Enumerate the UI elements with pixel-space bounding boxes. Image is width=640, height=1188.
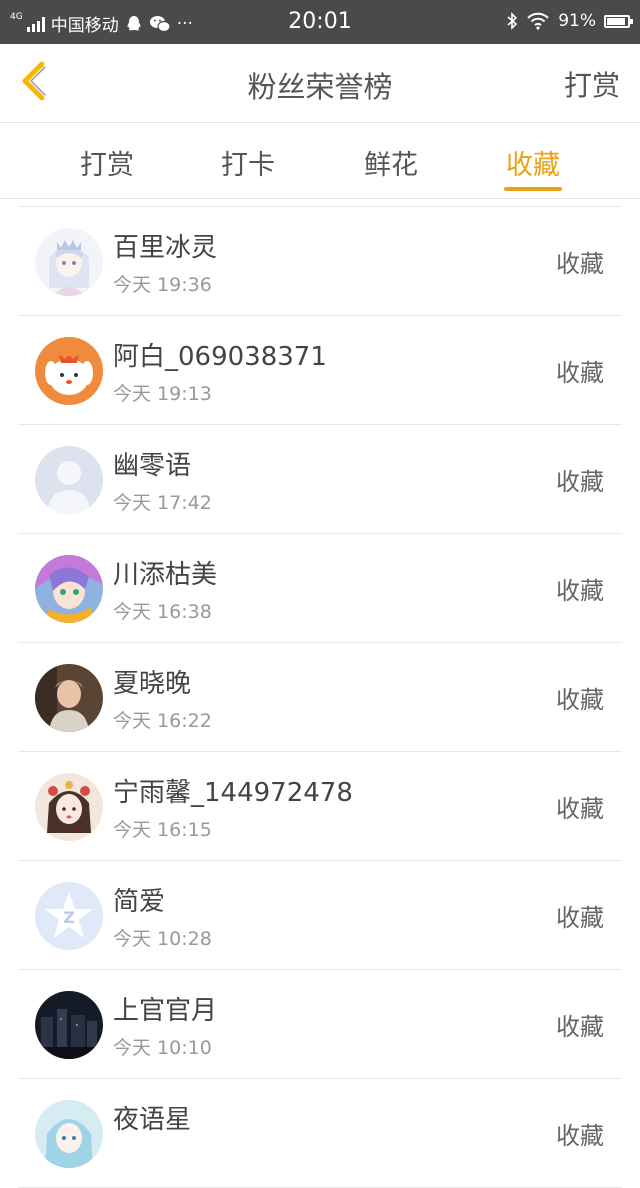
- avatar: [35, 773, 103, 841]
- reward-button[interactable]: 打赏: [564, 64, 620, 104]
- avatar: [35, 337, 103, 405]
- action-type: 收藏: [556, 577, 604, 605]
- list-item[interactable]: 上官官月 今天 10:10 收藏: [18, 970, 622, 1079]
- action-type: 收藏: [556, 1122, 604, 1150]
- avatar: [35, 991, 103, 1059]
- list-item[interactable]: 川添枯美 今天 16:38 收藏: [18, 534, 622, 643]
- timestamp: 今天 19:36: [113, 274, 212, 296]
- timestamp: 今天 10:10: [113, 1037, 212, 1059]
- wifi-icon: [527, 12, 549, 30]
- list-item[interactable]: 阿白_069038371 今天 19:13 收藏: [18, 316, 622, 425]
- svg-text:Z: Z: [63, 908, 75, 927]
- battery-percent: 91%: [558, 11, 596, 31]
- avatar: [35, 664, 103, 732]
- page-title: 粉丝荣誉榜: [247, 70, 393, 104]
- user-name: 阿白_069038371: [113, 342, 327, 372]
- action-type: 收藏: [556, 468, 604, 496]
- avatar: [35, 446, 103, 514]
- avatar: [35, 228, 103, 296]
- battery-icon: [604, 14, 633, 28]
- user-name: 夜语星: [113, 1105, 192, 1135]
- list-item[interactable]: 宁雨馨_144972478 今天 16:15 收藏: [18, 752, 622, 861]
- user-name: 宁雨馨_144972478: [113, 778, 353, 808]
- action-type: 收藏: [556, 686, 604, 714]
- timestamp: 今天 16:38: [113, 601, 212, 623]
- avatar: [35, 1100, 103, 1168]
- user-name: 夏晓晚: [113, 669, 192, 699]
- user-name: 幽零语: [113, 451, 192, 481]
- user-name: 简爱: [113, 887, 166, 917]
- timestamp: 今天 10:28: [113, 928, 212, 950]
- list-item[interactable]: Z 简爱 今天 10:28 收藏: [18, 861, 622, 970]
- timestamp: 今天 16:22: [113, 710, 212, 732]
- timestamp: 今天 17:42: [113, 492, 212, 514]
- active-tab-indicator: [504, 187, 562, 191]
- timestamp: 今天 19:13: [113, 383, 212, 405]
- tab-favorites[interactable]: 收藏: [473, 143, 593, 182]
- list-item[interactable]: 夜语星 收藏: [18, 1079, 622, 1188]
- action-type: 收藏: [556, 1013, 604, 1041]
- list-item[interactable]: 幽零语 今天 17:42 收藏: [18, 425, 622, 534]
- user-name: 百里冰灵: [113, 233, 218, 263]
- avatar: Z: [35, 882, 103, 950]
- tab-bar: 打赏 打卡 鲜花 收藏: [0, 123, 640, 199]
- avatar: [35, 555, 103, 623]
- action-type: 收藏: [556, 359, 604, 387]
- action-type: 收藏: [556, 795, 604, 823]
- bluetooth-icon: [507, 12, 518, 30]
- action-type: 收藏: [556, 904, 604, 932]
- user-name: 川添枯美: [113, 560, 218, 590]
- status-bar: 4G 中国移动 ··· 20:01 91%: [0, 0, 640, 44]
- timestamp: 今天 16:15: [113, 819, 212, 841]
- nav-bar: 粉丝荣誉榜 打赏: [0, 44, 640, 123]
- tab-reward[interactable]: 打赏: [47, 143, 167, 182]
- list-item[interactable]: 百里冰灵 今天 19:36 收藏: [18, 207, 622, 316]
- user-name: 上官官月: [113, 996, 218, 1026]
- fan-list: 百里冰灵 今天 19:36 收藏 阿白_069038371 今天 19:13 收…: [18, 206, 622, 1188]
- action-type: 收藏: [556, 250, 604, 278]
- tab-checkin[interactable]: 打卡: [188, 143, 308, 182]
- tab-flowers[interactable]: 鲜花: [331, 143, 451, 182]
- list-item[interactable]: 夏晓晚 今天 16:22 收藏: [18, 643, 622, 752]
